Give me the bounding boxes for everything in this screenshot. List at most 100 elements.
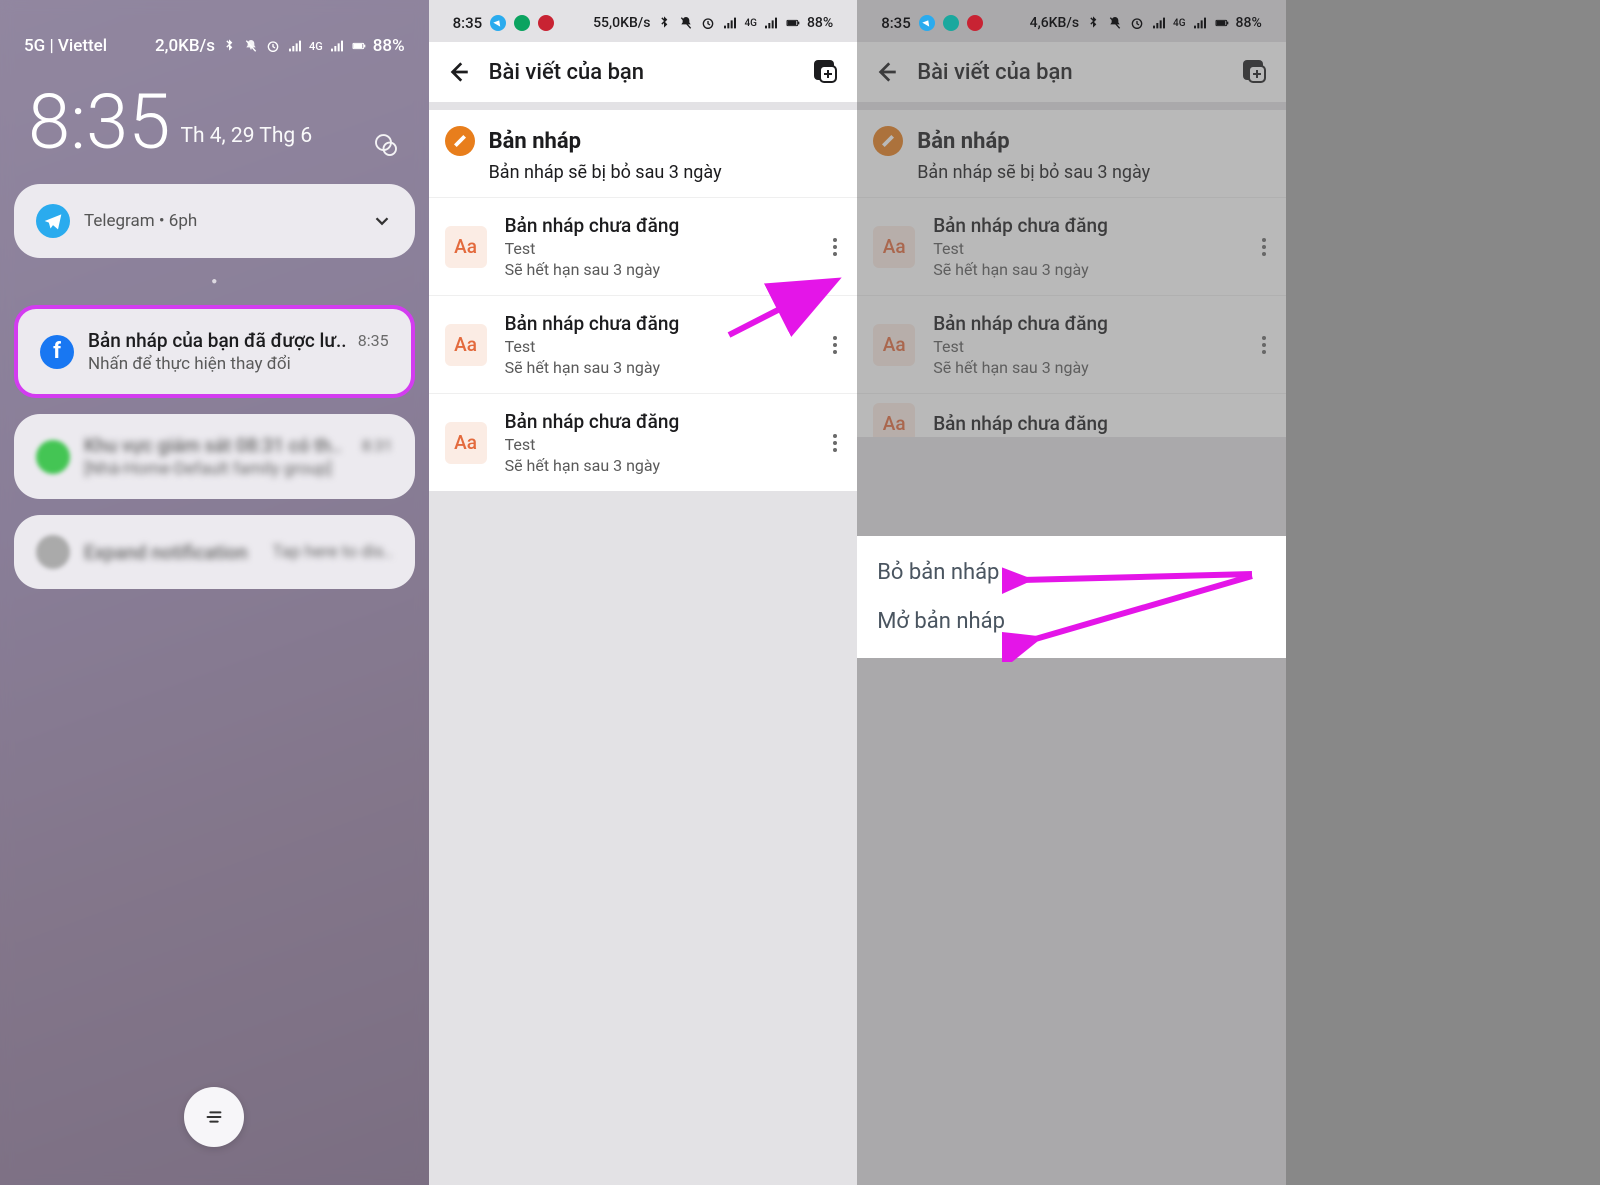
draft-item[interactable]: Aa Bản nháp chưa đăng Test Sẽ hết hạn sa… <box>857 197 1286 295</box>
pencil-icon <box>873 126 903 156</box>
compose-button[interactable] <box>1240 57 1270 87</box>
more-options-button[interactable] <box>829 234 841 260</box>
alarm-icon <box>700 15 716 31</box>
whatsapp-icon <box>36 440 70 474</box>
notif-subtitle: Tap here to dis.. <box>272 542 392 562</box>
battery-icon <box>785 15 801 31</box>
draft-thumbnail: Aa <box>445 324 487 366</box>
draft-title: Bản nháp chưa đăng <box>505 312 812 335</box>
network-type-label: 4G <box>309 40 323 53</box>
draft-item[interactable]: Aa Bản nháp chưa đăng Test Sẽ hết hạn sa… <box>429 393 858 491</box>
drafts-section-header: Bản nháp Bản nháp sẽ bị bỏ sau 3 ngày <box>857 110 1286 197</box>
notif-title: Bản nháp của bạn đã được lư.. <box>88 329 347 352</box>
notif-title: Khu vực giám sát 08:31 có th.. <box>84 434 342 457</box>
page-title: Bài viết của bạn <box>489 60 794 85</box>
draft-thumbnail: Aa <box>445 226 487 268</box>
draft-title: Bản nháp chưa đăng <box>933 412 1270 435</box>
alarm-icon <box>265 38 281 54</box>
status-dot-icon <box>943 15 959 31</box>
draft-thumbnail: Aa <box>873 226 915 268</box>
blurred-notification-2[interactable]: Expand notification Tap here to dis.. <box>14 515 415 589</box>
draft-content: Test <box>505 239 812 258</box>
data-speed: 4,6KB/s <box>1030 15 1079 31</box>
lockscreen-clock: 8:35 <box>28 84 170 160</box>
draft-context-menu: Bỏ bản nháp Mở bản nháp <box>857 536 1286 658</box>
lockscreen-date: Th 4, 29 Thg 6 <box>180 124 312 148</box>
status-time: 8:35 <box>453 14 483 32</box>
clock-row: 8:35 Th 4, 29 Thg 6 <box>0 56 429 172</box>
status-dot-icon <box>538 15 554 31</box>
more-options-button[interactable] <box>829 430 841 456</box>
mute-icon <box>243 38 259 54</box>
status-bar: 8:35 55,0KB/s 4G 88% <box>429 0 858 42</box>
bluetooth-icon <box>656 15 672 31</box>
draft-title: Bản nháp chưa đăng <box>505 214 812 237</box>
more-options-button[interactable] <box>829 332 841 358</box>
pencil-icon <box>445 126 475 156</box>
blurred-notification-1[interactable]: Khu vực giám sát 08:31 có th.. 8:31 [Nhà… <box>14 414 415 499</box>
more-options-button[interactable] <box>1258 234 1270 260</box>
status-bar: 5G | Viettel 2,0KB/s 4G 88% <box>0 0 429 56</box>
open-draft-option[interactable]: Mở bản nháp <box>877 609 1266 634</box>
status-dot-icon <box>967 15 983 31</box>
signal2-icon <box>329 38 345 54</box>
notif-separator: • <box>159 211 169 231</box>
draft-item[interactable]: Aa Bản nháp chưa đăng <box>857 393 1286 437</box>
battery-label: 88% <box>373 36 405 56</box>
notif-app-name: Telegram <box>84 211 155 231</box>
status-bar: 8:35 4,6KB/s 4G 88% <box>857 0 1286 42</box>
battery-label: 88% <box>807 15 833 31</box>
draft-item[interactable]: Aa Bản nháp chưa đăng Test Sẽ hết hạn sa… <box>857 295 1286 393</box>
data-speed: 55,0KB/s <box>593 15 650 31</box>
fab-button[interactable] <box>184 1087 244 1147</box>
notification-stack: Telegram • 6ph ● f Bản nháp của bạn đã đ… <box>0 172 429 601</box>
signal-icon <box>1151 15 1167 31</box>
back-arrow-icon[interactable] <box>445 59 471 85</box>
data-speed: 2,0KB/s <box>155 36 215 56</box>
bluetooth-icon <box>1085 15 1101 31</box>
signal2-icon <box>763 15 779 31</box>
draft-list: Aa Bản nháp chưa đăng Test Sẽ hết hạn sa… <box>429 197 858 491</box>
mute-icon <box>1107 15 1123 31</box>
network-type-label: 4G <box>744 18 757 29</box>
draft-content: Test <box>505 435 812 454</box>
notif-subtitle: Nhấn để thực hiện thay đổi <box>88 354 389 374</box>
facebook-icon: f <box>40 335 74 369</box>
dnd-icon <box>371 130 401 160</box>
app-header: Bài viết của bạn <box>429 42 858 102</box>
draft-content: Test <box>505 337 812 356</box>
drafts-screen: 8:35 55,0KB/s 4G 88% Bài viết của bạn Bả… <box>429 0 858 1185</box>
draft-item[interactable]: Aa Bản nháp chưa đăng Test Sẽ hết hạn sa… <box>429 197 858 295</box>
draft-content: Test <box>933 239 1240 258</box>
draft-expire: Sẽ hết hạn sau 3 ngày <box>933 260 1240 279</box>
draft-expire: Sẽ hết hạn sau 3 ngày <box>505 260 812 279</box>
signal-icon <box>722 15 738 31</box>
draft-expire: Sẽ hết hạn sau 3 ngày <box>933 358 1240 377</box>
draft-thumbnail: Aa <box>445 422 487 464</box>
back-arrow-icon[interactable] <box>873 59 899 85</box>
empty-space <box>429 491 858 1185</box>
draft-title: Bản nháp chưa đăng <box>505 410 812 433</box>
status-dot-icon <box>514 15 530 31</box>
lockscreen-panel: 5G | Viettel 2,0KB/s 4G 88% 8:35 Th 4, 2… <box>0 0 429 1185</box>
facebook-draft-notification[interactable]: f Bản nháp của bạn đã được lư.. 8:35 Nhấ… <box>14 305 415 398</box>
telegram-icon <box>36 204 70 238</box>
compose-button[interactable] <box>811 57 841 87</box>
draft-item[interactable]: Aa Bản nháp chưa đăng Test Sẽ hết hạn sa… <box>429 295 858 393</box>
telegram-notification[interactable]: Telegram • 6ph <box>14 184 415 258</box>
battery-icon <box>351 38 367 54</box>
network-type-label: 4G <box>1173 18 1186 29</box>
draft-title: Bản nháp chưa đăng <box>933 214 1240 237</box>
app-header: Bài viết của bạn <box>857 42 1286 102</box>
page-indicator: ● <box>14 274 415 289</box>
more-options-button[interactable] <box>1258 332 1270 358</box>
notif-relative-time: 6ph <box>169 211 197 231</box>
notif-time: 8:35 <box>358 331 389 350</box>
draft-thumbnail: Aa <box>873 324 915 366</box>
mute-icon <box>678 15 694 31</box>
drafts-screen-with-popup: 8:35 4,6KB/s 4G 88% Bài viết của bạn Bản… <box>857 0 1286 1185</box>
discard-draft-option[interactable]: Bỏ bản nháp <box>877 560 1266 585</box>
draft-list: Aa Bản nháp chưa đăng Test Sẽ hết hạn sa… <box>857 197 1286 437</box>
chevron-down-icon[interactable] <box>371 210 393 232</box>
draft-expire: Sẽ hết hạn sau 3 ngày <box>505 358 812 377</box>
